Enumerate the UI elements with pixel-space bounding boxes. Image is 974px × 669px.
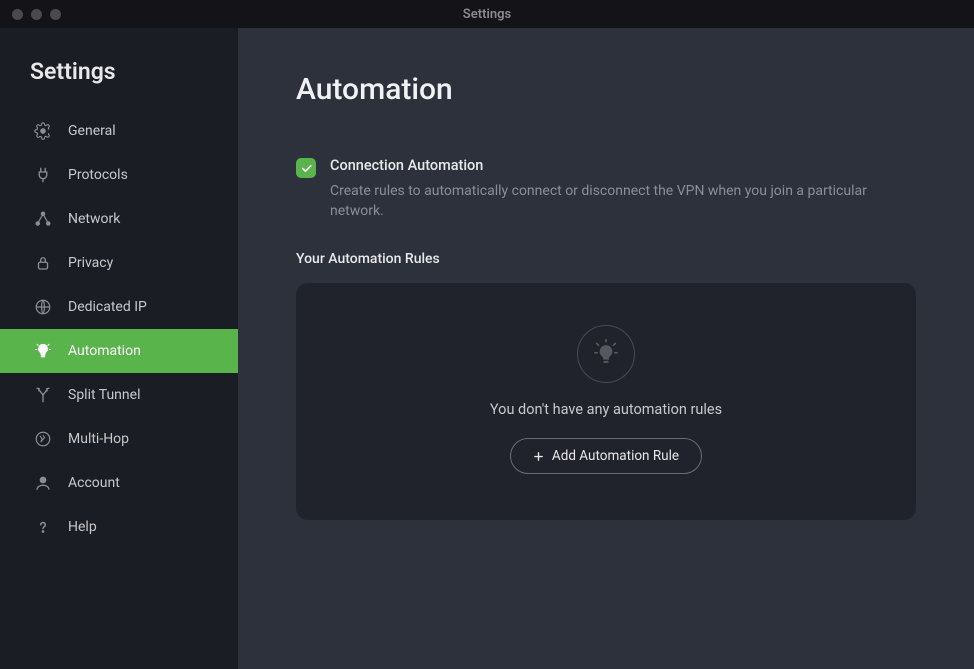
connection-automation-setting: Connection Automation Create rules to au… — [296, 157, 916, 221]
sidebar-item-label: Automation — [68, 343, 141, 359]
sidebar-item-label: General — [68, 123, 116, 139]
sidebar-item-help[interactable]: Help — [0, 505, 238, 549]
sidebar-item-dedicated-ip[interactable]: Dedicated IP — [0, 285, 238, 329]
connection-automation-description: Create rules to automatically connect or… — [330, 182, 916, 221]
add-button-label: Add Automation Rule — [552, 448, 679, 464]
sidebar-item-label: Account — [68, 475, 120, 491]
split-icon — [34, 386, 52, 404]
sidebar-item-label: Dedicated IP — [68, 299, 147, 315]
sidebar-item-protocols[interactable]: Protocols — [0, 153, 238, 197]
gear-icon — [34, 122, 52, 140]
sidebar-item-split-tunnel[interactable]: Split Tunnel — [0, 373, 238, 417]
empty-state-icon-container — [577, 325, 635, 383]
sidebar-item-label: Multi-Hop — [68, 431, 129, 447]
empty-state-text: You don't have any automation rules — [490, 401, 722, 418]
sidebar-item-label: Network — [68, 211, 120, 227]
connection-automation-label: Connection Automation — [330, 157, 916, 174]
sidebar-item-general[interactable]: General — [0, 109, 238, 153]
main-content: Automation Connection Automation Create … — [238, 28, 974, 669]
window-controls[interactable] — [0, 9, 61, 20]
sidebar-item-network[interactable]: Network — [0, 197, 238, 241]
lightbulb-icon — [34, 342, 52, 360]
help-icon — [34, 518, 52, 536]
sidebar-heading: Settings — [0, 58, 238, 109]
lightbulb-icon — [591, 339, 621, 369]
sidebar-item-label: Privacy — [68, 255, 113, 271]
window-title: Settings — [0, 7, 974, 22]
sidebar: Settings General Protocols Network Priva… — [0, 28, 238, 669]
automation-rules-panel: You don't have any automation rules Add … — [296, 283, 916, 520]
lock-icon — [34, 254, 52, 272]
sidebar-item-label: Protocols — [68, 167, 128, 183]
sidebar-item-label: Split Tunnel — [68, 387, 140, 403]
network-icon — [34, 210, 52, 228]
plug-icon — [34, 166, 52, 184]
sidebar-item-multihop[interactable]: Multi-Hop — [0, 417, 238, 461]
close-window-button[interactable] — [12, 9, 23, 20]
user-icon — [34, 474, 52, 492]
maximize-window-button[interactable] — [50, 9, 61, 20]
rules-section-label: Your Automation Rules — [296, 251, 916, 267]
connection-automation-checkbox[interactable] — [296, 158, 316, 178]
multihop-icon — [34, 430, 52, 448]
add-automation-rule-button[interactable]: Add Automation Rule — [510, 438, 702, 474]
check-icon — [300, 162, 313, 175]
plus-icon — [533, 451, 544, 462]
sidebar-item-automation[interactable]: Automation — [0, 329, 238, 373]
minimize-window-button[interactable] — [31, 9, 42, 20]
sidebar-item-privacy[interactable]: Privacy — [0, 241, 238, 285]
globe-ip-icon — [34, 298, 52, 316]
page-title: Automation — [296, 72, 916, 107]
sidebar-item-account[interactable]: Account — [0, 461, 238, 505]
window-titlebar: Settings — [0, 0, 974, 28]
sidebar-item-label: Help — [68, 519, 97, 535]
